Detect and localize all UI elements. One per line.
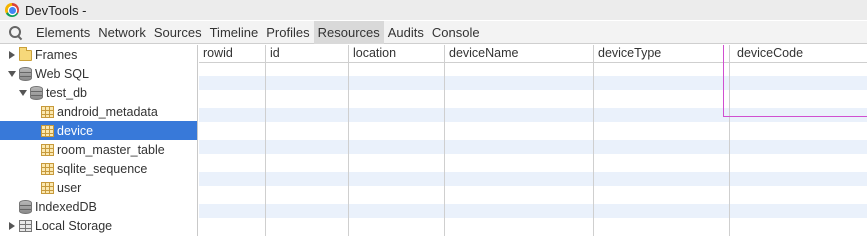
grid-row-stripe xyxy=(199,140,867,154)
sidebar-item-label: Local Storage xyxy=(35,218,113,233)
sidebar-item-web-sql[interactable]: Web SQL xyxy=(0,64,197,83)
table-icon xyxy=(41,124,54,137)
table-icon xyxy=(41,105,54,118)
table-icon xyxy=(41,162,54,175)
column-divider[interactable] xyxy=(348,45,349,236)
grid-row-stripe xyxy=(199,204,867,218)
column-header-devicename[interactable]: deviceName xyxy=(445,45,518,63)
tab-resources[interactable]: Resources xyxy=(313,20,384,44)
sidebar-item-label: test_db xyxy=(46,85,88,100)
sidebar-item-label: user xyxy=(57,180,82,195)
column-divider[interactable] xyxy=(593,45,594,236)
sidebar-item-label: sqlite_sequence xyxy=(57,161,148,176)
expand-arrow-icon[interactable] xyxy=(8,50,16,60)
column-header-devicetype[interactable]: deviceType xyxy=(594,45,661,63)
sidebar-item-frames[interactable]: Frames xyxy=(0,45,197,64)
tab-profiles[interactable]: Profiles xyxy=(262,21,313,44)
sidebar-item-indexeddb[interactable]: IndexedDB xyxy=(0,197,197,216)
table-icon xyxy=(41,181,54,194)
sidebar-item-label: IndexedDB xyxy=(35,199,97,214)
sidebar-item-test-db[interactable]: test_db xyxy=(0,83,197,102)
chrome-logo-icon xyxy=(5,3,19,17)
devicecode-highlight-outline xyxy=(723,45,867,117)
sidebar-item-label: room_master_table xyxy=(57,142,165,157)
title-bar: DevTools - xyxy=(0,0,867,20)
devtools-toolbar: Elements Network Sources Timeline Profil… xyxy=(0,20,867,44)
tab-timeline[interactable]: Timeline xyxy=(206,21,263,44)
window-title: DevTools - xyxy=(25,2,87,18)
table-icon xyxy=(41,143,54,156)
collapse-arrow-icon[interactable] xyxy=(19,88,27,98)
sidebar-item-label: Web SQL xyxy=(35,66,89,81)
column-header-rowid[interactable]: rowid xyxy=(199,45,233,63)
search-icon[interactable] xyxy=(2,21,26,44)
panel-tabs: Elements Network Sources Timeline Profil… xyxy=(32,20,484,44)
sidebar-item-label: device xyxy=(57,123,94,138)
sidebar-item-label: android_metadata xyxy=(57,104,158,119)
sidebar-item-label: Frames xyxy=(35,47,78,62)
tab-console[interactable]: Console xyxy=(428,21,484,44)
sidebar-item-user[interactable]: user xyxy=(0,178,197,197)
sidebar-item-android-metadata[interactable]: android_metadata xyxy=(0,102,197,121)
tab-sources[interactable]: Sources xyxy=(150,21,206,44)
sidebar-item-room-master-table[interactable]: room_master_table xyxy=(0,140,197,159)
column-divider[interactable] xyxy=(444,45,445,236)
column-divider[interactable] xyxy=(265,45,266,236)
folder-icon xyxy=(19,47,32,61)
resources-sidebar: Frames Web SQL test_db android_metadata … xyxy=(0,45,198,236)
sidebar-item-device[interactable]: device xyxy=(0,121,197,140)
column-header-location[interactable]: location xyxy=(349,45,396,63)
collapse-arrow-icon[interactable] xyxy=(8,69,16,79)
tab-audits[interactable]: Audits xyxy=(384,21,428,44)
expand-arrow-icon[interactable] xyxy=(8,221,16,231)
tab-elements[interactable]: Elements xyxy=(32,21,94,44)
sidebar-item-sqlite-sequence[interactable]: sqlite_sequence xyxy=(0,159,197,178)
database-icon xyxy=(19,199,32,214)
grid-row-stripe xyxy=(199,172,867,186)
storage-icon xyxy=(19,219,32,232)
database-icon xyxy=(30,85,43,100)
data-grid: rowid id location deviceName deviceType … xyxy=(199,45,867,236)
column-header-id[interactable]: id xyxy=(266,45,280,63)
database-icon xyxy=(19,66,32,81)
tab-network[interactable]: Network xyxy=(94,21,150,44)
sidebar-item-local-storage[interactable]: Local Storage xyxy=(0,216,197,235)
